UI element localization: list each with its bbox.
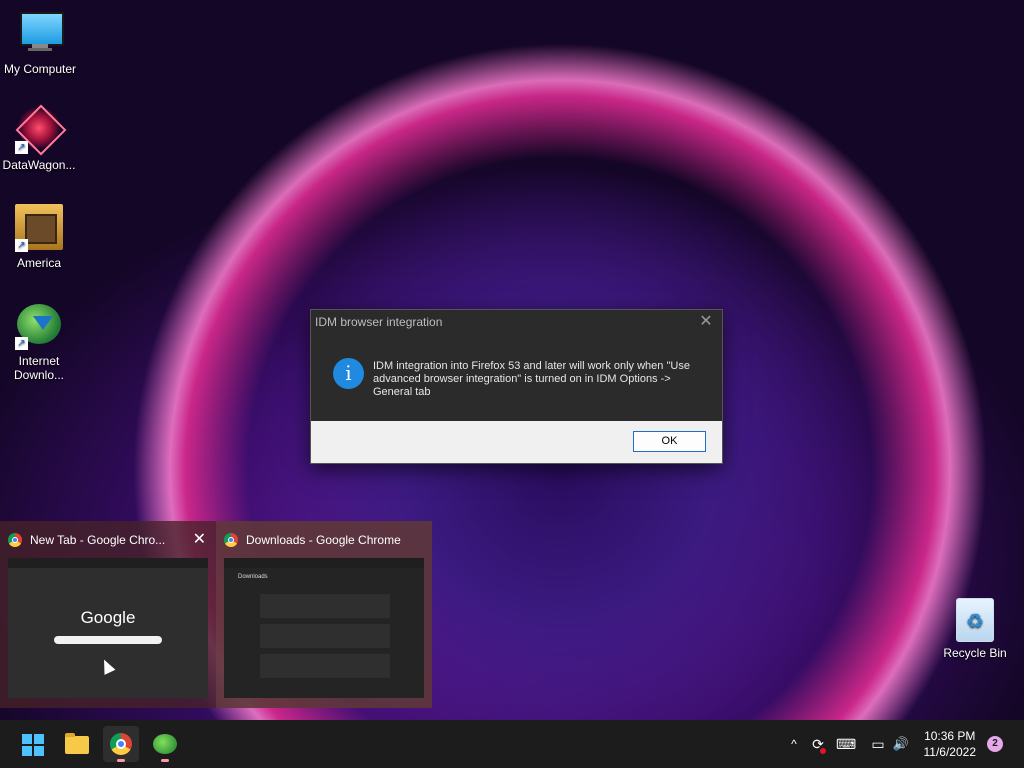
chrome-icon [8,533,22,547]
desktop-icon-label: Recycle Bin [943,646,1007,660]
network-icon[interactable]: ▭ [868,720,888,768]
desktop-icon-america[interactable]: ↗ America [0,204,79,270]
shortcut-arrow-icon: ↗ [15,337,28,350]
show-hidden-icons-chevron[interactable]: ^ [786,720,802,768]
desktop-icon-label: My Computer [3,62,77,76]
desktop-icon-label: Internet Downlo... [13,354,65,382]
taskbar-thumbnail-previews: New Tab - Google Chro... ✕ Google Downlo… [0,521,432,708]
running-indicator [161,759,169,762]
ok-button[interactable]: OK [633,431,706,452]
keyboard-icon[interactable]: ⌨ [836,720,856,768]
thumbnail-preview: Google [8,558,208,698]
shortcut-arrow-icon: ↗ [15,141,28,154]
idm-icon [153,734,177,754]
running-indicator [117,759,125,762]
monitor-icon [16,10,64,58]
volume-icon[interactable]: 🔊 [890,720,912,768]
desktop-icon-label: DataWagon... [2,158,76,172]
chrome-icon [110,733,132,755]
thumbnail-title: Downloads - Google Chrome [246,533,401,547]
shortcut-arrow-icon: ↗ [15,239,28,252]
desktop-icon-label: America [16,256,61,270]
start-button[interactable] [14,726,50,762]
search-box-preview [54,636,162,644]
close-icon[interactable]: ✕ [193,529,206,549]
clock-time: 10:36 PM [924,729,976,743]
dialog-titlebar[interactable]: IDM browser integration ✕ [311,310,722,334]
chrome-icon [224,533,238,547]
thumbnail-downloads[interactable]: Downloads - Google Chrome Downloads [216,521,432,708]
taskbar: ^ ⟳ ⌨ ▭ 🔊 10:36 PM 11/6/2022 2 [0,720,1024,768]
desktop-icon-recycle-bin[interactable]: ♻ Recycle Bin [935,598,1015,660]
datawagon-icon: ↗ [15,104,67,156]
recycle-bin-icon: ♻ [956,598,994,642]
close-icon[interactable]: ✕ [696,310,716,334]
sync-icon[interactable]: ⟳ [808,720,828,768]
desktop-icon-datawagon[interactable]: ↗ DataWagon... [0,104,79,172]
desktop-icon-my-computer[interactable]: My Computer [0,10,80,76]
clock[interactable]: 10:36 PM 11/6/2022 [924,728,977,760]
thumbnail-preview: Downloads [224,558,424,698]
windows-logo-icon [22,734,44,756]
idm-taskbar-button[interactable] [147,726,183,762]
dialog-body: i IDM integration into Firefox 53 and la… [311,334,722,420]
thumbnail-new-tab[interactable]: New Tab - Google Chro... ✕ Google [0,521,216,708]
thumbnail-title: New Tab - Google Chro... [30,533,166,547]
dialog-message: IDM integration into Firefox 53 and late… [373,360,690,398]
desktop-icon-internet-download-manager[interactable]: ↗ Internet Downlo... [0,302,79,382]
idm-integration-dialog: IDM browser integration ✕ i IDM integrat… [310,309,723,464]
notification-badge[interactable]: 2 [987,736,1003,752]
dialog-footer: OK [311,421,722,463]
downloads-heading: Downloads [238,574,268,580]
idm-icon: ↗ [15,302,63,350]
chrome-taskbar-button[interactable] [103,726,139,762]
dialog-title: IDM browser integration [315,315,443,329]
folder-icon [65,733,89,754]
america-game-icon: ↗ [15,204,63,252]
clock-date: 11/6/2022 [923,745,977,759]
info-icon: i [333,358,364,389]
google-logo: Google [80,608,136,627]
file-explorer-button[interactable] [59,726,95,762]
